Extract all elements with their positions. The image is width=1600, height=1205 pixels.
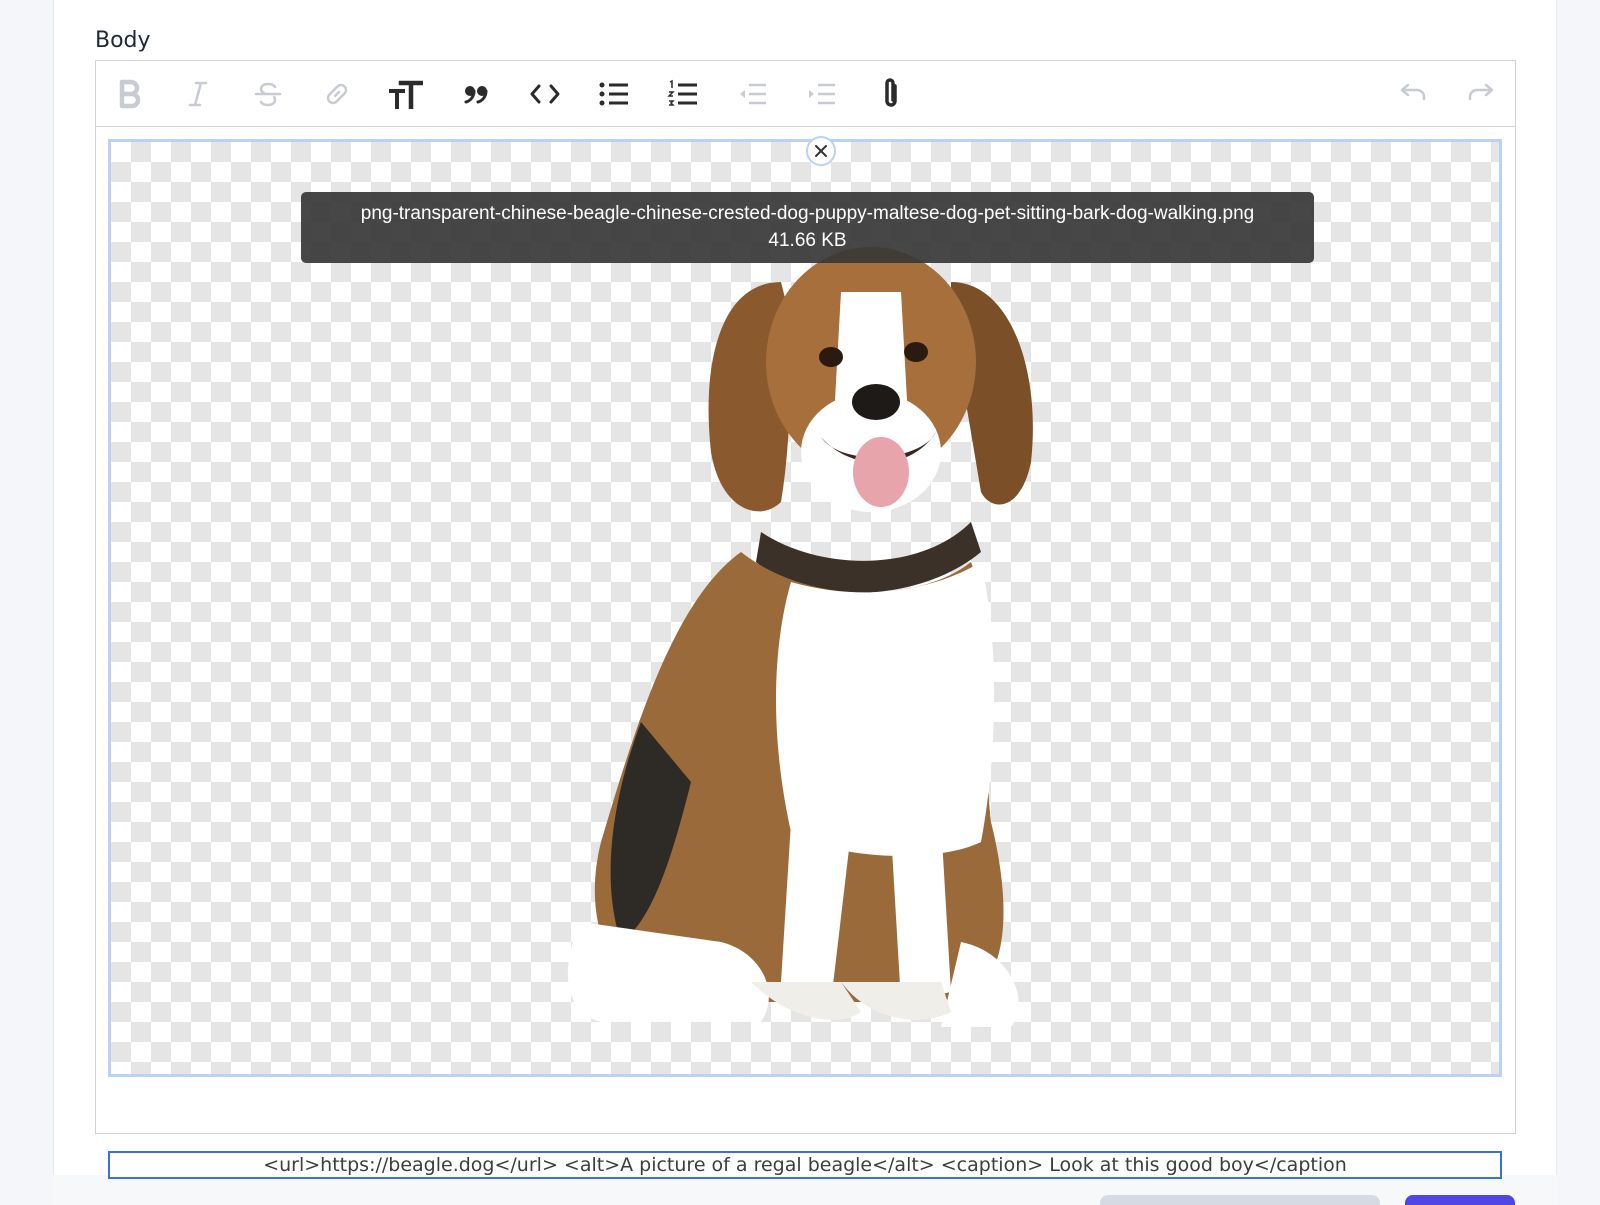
bold-icon xyxy=(119,79,141,109)
page-background xyxy=(0,0,52,1205)
attachment-filename: png-transparent-chinese-beagle-chinese-c… xyxy=(360,203,1255,224)
image-attachment[interactable]: png-transparent-chinese-beagle-chinese-c… xyxy=(108,136,1502,1077)
redo-icon xyxy=(1468,83,1494,101)
link-icon xyxy=(326,83,348,105)
attach-file-button[interactable] xyxy=(871,75,911,113)
bullet-list-button[interactable] xyxy=(594,75,634,113)
body-field-label: Body xyxy=(95,28,151,53)
increase-indent-icon xyxy=(809,83,835,105)
attachment-metadata: png-transparent-chinese-beagle-chinese-c… xyxy=(301,192,1314,263)
close-icon xyxy=(815,145,827,157)
primary-action-button[interactable] xyxy=(1405,1195,1515,1205)
remove-attachment-button[interactable] xyxy=(806,136,836,166)
bullet-list-icon xyxy=(599,82,628,106)
attach-file-icon xyxy=(885,78,897,107)
bold-button[interactable] xyxy=(110,75,150,113)
numbered-list-button[interactable] xyxy=(663,75,703,113)
attachment-caption-field[interactable]: <url>https://beagle.dog</url> <alt>A pic… xyxy=(108,1151,1502,1179)
editor-content[interactable]: png-transparent-chinese-beagle-chinese-c… xyxy=(96,127,1515,1179)
heading-icon xyxy=(389,80,423,109)
secondary-action-button[interactable] xyxy=(1100,1195,1380,1205)
undo-icon xyxy=(1400,83,1426,101)
code-button[interactable] xyxy=(525,75,565,113)
quote-button[interactable] xyxy=(456,75,496,113)
beagle-image xyxy=(567,247,1033,1027)
quote-icon xyxy=(464,86,488,104)
decrease-indent-button[interactable] xyxy=(732,75,772,113)
redo-button[interactable] xyxy=(1462,75,1502,113)
editor-toolbar xyxy=(96,61,1515,127)
italic-icon xyxy=(188,81,208,107)
strikethrough-icon xyxy=(254,82,282,107)
code-icon xyxy=(530,84,560,104)
rich-text-editor[interactable]: png-transparent-chinese-beagle-chinese-c… xyxy=(95,60,1516,1179)
undo-button[interactable] xyxy=(1392,75,1432,113)
strikethrough-button[interactable] xyxy=(248,75,288,113)
numbered-list-icon xyxy=(667,79,697,106)
attachment-filesize: 41.66 KB xyxy=(768,230,847,251)
link-button[interactable] xyxy=(317,75,357,113)
heading-button[interactable] xyxy=(386,75,426,113)
decrease-indent-icon xyxy=(740,83,766,105)
increase-indent-button[interactable] xyxy=(801,75,841,113)
italic-button[interactable] xyxy=(178,75,218,113)
